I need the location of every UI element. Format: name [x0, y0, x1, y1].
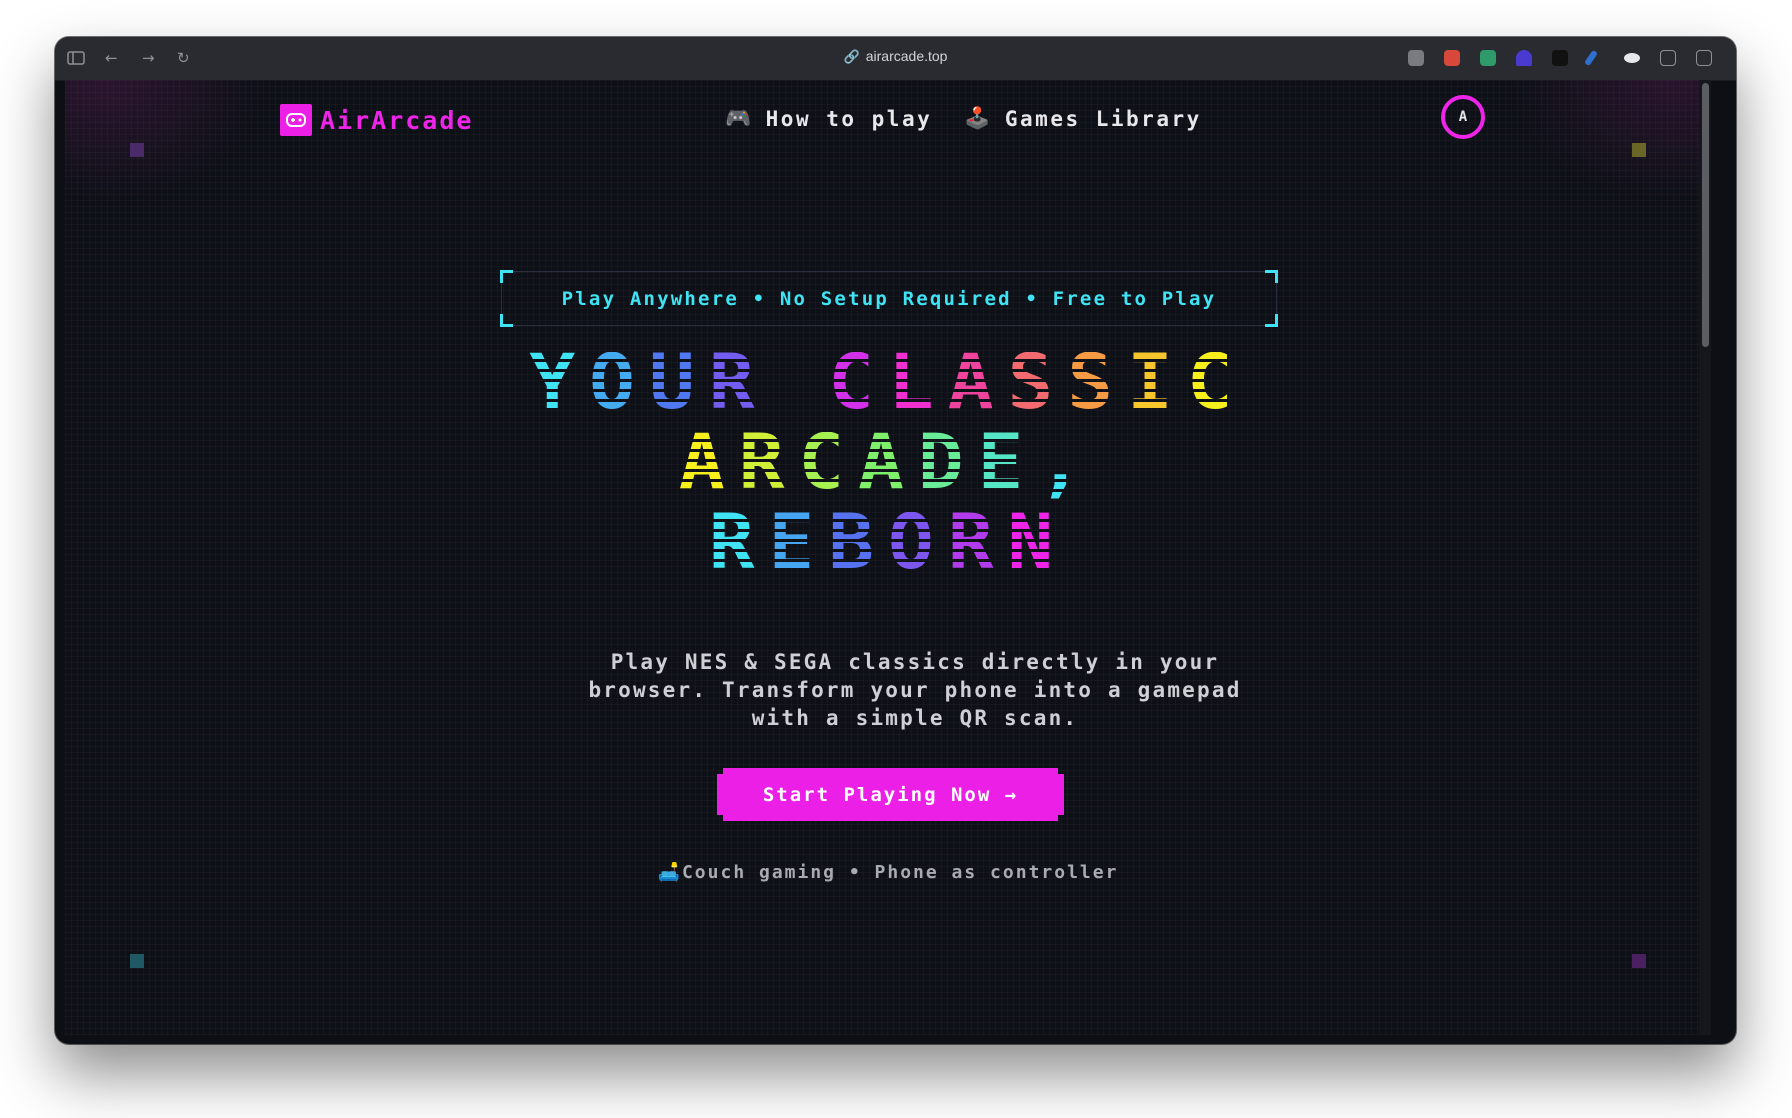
- title-char: S: [1067, 337, 1128, 426]
- brand-name: AirArcade: [320, 105, 474, 135]
- title-char: D: [917, 417, 978, 506]
- title-char: ,: [1037, 417, 1098, 506]
- game-controller-icon: 🎮: [725, 106, 754, 130]
- scrollbar-thumb[interactable]: [1702, 83, 1709, 347]
- decor-pixel: [130, 143, 144, 157]
- corner-bracket: [500, 314, 513, 327]
- main-nav: 🎮 How to play 🕹️ Games Library: [725, 106, 1202, 131]
- mail-extension-icon[interactable]: [1444, 50, 1460, 66]
- nav-how-to-play[interactable]: 🎮 How to play: [725, 106, 932, 131]
- scrollbar[interactable]: [1699, 80, 1711, 1035]
- title-char: R: [947, 497, 1008, 586]
- browser-window: ← → ↻ 🔗 airarcade.top AirArcade 🎮 How to…: [55, 37, 1736, 1044]
- title-char: I: [1127, 337, 1187, 426]
- user-avatar[interactable]: A: [1441, 95, 1485, 139]
- title-char: L: [888, 337, 948, 426]
- joystick-icon: 🕹️: [964, 106, 993, 130]
- title-char: E: [977, 417, 1038, 506]
- title-line-3: REBORN: [65, 502, 1711, 582]
- title-char: R: [708, 337, 769, 426]
- tagline-text: Play Anywhere • No Setup Required • Free…: [561, 287, 1217, 310]
- title-char: Y: [529, 337, 590, 426]
- title-char: R: [738, 417, 799, 506]
- title-char: R: [708, 497, 769, 586]
- title-char: O: [589, 337, 649, 426]
- decor-pixel: [1632, 143, 1646, 157]
- title-char: E: [768, 497, 829, 586]
- title-char: C: [828, 337, 888, 426]
- title-char: B: [828, 497, 888, 586]
- title-char: A: [678, 417, 739, 506]
- title-char: [768, 337, 828, 426]
- title-char: S: [1007, 337, 1068, 426]
- title-line-2: ARCADE,: [65, 422, 1711, 502]
- t-extension-icon[interactable]: [1480, 50, 1496, 66]
- camera-extension-icon[interactable]: [1408, 50, 1424, 66]
- tagline-box: Play Anywhere • No Setup Required • Free…: [500, 270, 1278, 327]
- web-page: AirArcade 🎮 How to play 🕹️ Games Library…: [65, 80, 1711, 1035]
- title-char: A: [858, 417, 918, 506]
- gamepad-icon: [280, 104, 312, 136]
- hero-title: YOUR CLASSIC ARCADE, REBORN: [65, 342, 1711, 582]
- nav-games-library[interactable]: 🕹️ Games Library: [964, 106, 1202, 131]
- title-char: C: [1186, 337, 1247, 426]
- start-playing-button[interactable]: Start Playing Now →: [717, 768, 1064, 821]
- nav-label: How to play: [765, 106, 933, 131]
- corner-bracket: [1265, 314, 1278, 327]
- nav-label: Games Library: [1004, 106, 1202, 131]
- corner-bracket: [500, 270, 513, 283]
- browser-toolbar: ← → ↻ 🔗 airarcade.top: [55, 37, 1736, 81]
- split-view-icon[interactable]: [1696, 50, 1712, 66]
- hat-extension-icon[interactable]: [1516, 50, 1532, 66]
- title-char: N: [1007, 497, 1068, 586]
- link-icon: 🔗: [843, 49, 860, 64]
- title-char: A: [947, 337, 1008, 426]
- decor-pixel: [130, 954, 144, 968]
- avatar-initial: A: [1458, 109, 1468, 125]
- share-extension-icon[interactable]: [1660, 50, 1676, 66]
- corner-glow: [1511, 80, 1711, 200]
- title-char: U: [648, 337, 709, 426]
- title-line-1: YOUR CLASSIC: [65, 342, 1711, 422]
- decor-pixel: [1632, 954, 1646, 968]
- corner-glow: [65, 80, 265, 200]
- site-logo[interactable]: AirArcade: [280, 104, 473, 136]
- title-char: C: [798, 417, 859, 506]
- hero-description: Play NES & SEGA classics directly in you…: [588, 650, 1242, 730]
- hero-footnote: 🛋️Couch gaming • Phone as controller: [657, 862, 1119, 883]
- url-text: airarcade.top: [865, 48, 948, 64]
- title-char: O: [888, 497, 948, 586]
- disc-extension-icon[interactable]: [1624, 53, 1640, 63]
- waveform-extension-icon[interactable]: [1552, 50, 1568, 66]
- corner-bracket: [1265, 270, 1278, 283]
